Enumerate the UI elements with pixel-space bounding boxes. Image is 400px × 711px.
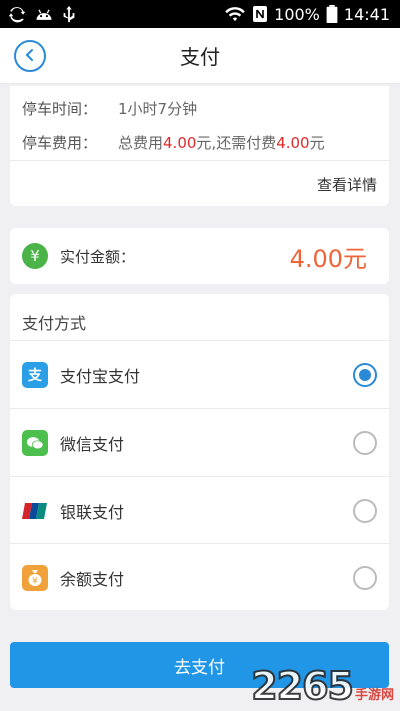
watermark-logo: 2265 手游网 <box>250 663 394 709</box>
sync-icon <box>8 5 26 23</box>
parking-fee-row: 停车费用： 总费用4.00元,还需付费4.00元 <box>22 132 325 153</box>
payment-option-balance[interactable]: ¥ 余额支付 <box>10 544 389 611</box>
payment-option-alipay[interactable]: 支 支付宝支付 <box>10 341 389 408</box>
payment-option-label: 支付宝支付 <box>60 366 141 386</box>
radio-button[interactable] <box>353 498 377 523</box>
fee-total-prefix: 总费用 <box>118 134 164 152</box>
payment-option-unionpay[interactable]: 银联支付 <box>10 477 389 544</box>
divider <box>10 160 389 161</box>
payment-option-label: 微信支付 <box>60 434 125 454</box>
chevron-left-icon <box>23 47 37 66</box>
watermark-number: 2265 <box>250 663 355 709</box>
parking-time-value: 1小时7分钟 <box>118 100 198 118</box>
back-button[interactable] <box>14 40 46 72</box>
page-title: 支付 <box>180 45 220 69</box>
parking-time-row: 停车时间： 1小时7分钟 <box>22 98 197 119</box>
payment-methods-card: 支付方式 支 支付宝支付 微信支付 银联支付 ¥ 余额支付 <box>10 294 389 610</box>
parking-info-card: 停车时间： 1小时7分钟 停车费用： 总费用4.00元,还需付费4.00元 查看… <box>10 86 389 206</box>
app-bar: 支付 <box>0 28 400 84</box>
unionpay-icon <box>22 498 48 524</box>
balance-icon: ¥ <box>22 564 48 591</box>
watermark-suffix: 手游网 <box>354 688 394 703</box>
wifi-icon <box>224 6 246 22</box>
amount-label: 实付金额： <box>60 247 136 266</box>
parking-time-label: 停车时间： <box>22 100 98 118</box>
fee-due-amount: 4.00 <box>276 134 310 152</box>
android-icon <box>34 6 54 22</box>
status-bar: 100% 14:41 <box>0 0 400 28</box>
amount-card: ¥ 实付金额： 4.00元 <box>10 228 389 284</box>
parking-fee-value: 总费用4.00元,还需付费4.00元 <box>118 132 325 153</box>
fee-suffix: 元 <box>309 134 325 152</box>
parking-fee-label: 停车费用： <box>22 134 98 152</box>
payment-methods-header: 支付方式 <box>22 314 87 333</box>
alipay-icon: 支 <box>22 361 48 388</box>
battery-percent: 100% <box>274 4 320 24</box>
radio-button[interactable] <box>353 565 377 590</box>
usb-icon <box>62 5 76 23</box>
nfc-icon <box>252 5 268 23</box>
payment-option-wechat[interactable]: 微信支付 <box>10 409 389 476</box>
yen-icon: ¥ <box>22 243 48 269</box>
svg-text:¥: ¥ <box>32 576 38 586</box>
view-details-link[interactable]: 查看详情 <box>317 174 377 195</box>
payment-option-label: 银联支付 <box>60 502 125 522</box>
battery-icon <box>326 5 338 23</box>
amount-value: 4.00元 <box>289 244 367 273</box>
wechat-icon <box>22 429 48 456</box>
clock: 14:41 <box>343 4 390 24</box>
payment-option-label: 余额支付 <box>60 569 125 589</box>
radio-button-selected[interactable] <box>353 362 377 387</box>
fee-mid-text: 元,还需付费 <box>196 134 277 152</box>
radio-button[interactable] <box>353 430 377 455</box>
fee-total-amount: 4.00 <box>163 134 197 152</box>
